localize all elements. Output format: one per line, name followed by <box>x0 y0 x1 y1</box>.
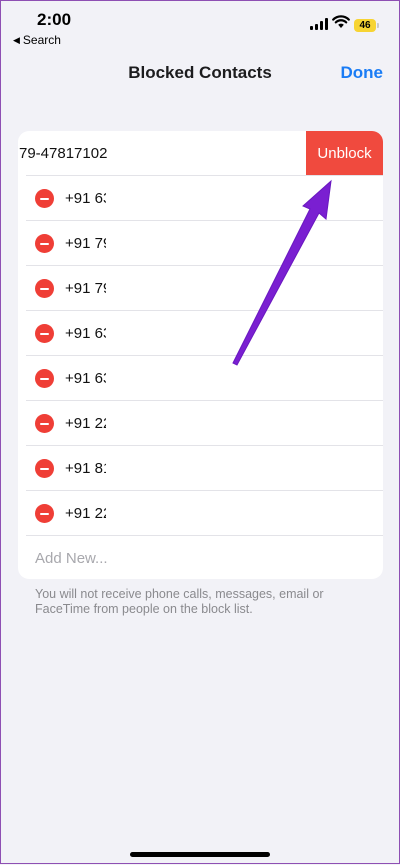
blocked-contact-row[interactable]: +91 79 <box>18 221 383 266</box>
contact-number: +91 22 <box>65 505 112 522</box>
contact-number: +91 63 <box>65 325 112 342</box>
blocked-contact-row[interactable]: +91 63 <box>18 356 383 401</box>
unblock-button[interactable]: Unblock <box>306 131 383 176</box>
contact-number: +91 22 <box>65 415 112 432</box>
remove-minus-icon[interactable] <box>35 189 54 208</box>
page-title: Blocked Contacts <box>128 63 272 82</box>
remove-minus-icon[interactable] <box>35 504 54 523</box>
status-time: 2:00 <box>37 10 72 29</box>
blocked-contact-row[interactable]: +91 63 <box>18 176 383 221</box>
remove-minus-icon[interactable] <box>35 234 54 253</box>
blocked-contact-row[interactable]: +91 63 <box>18 311 383 356</box>
redaction-mask <box>106 182 346 215</box>
battery-indicator: 46 <box>354 19 376 32</box>
redaction-mask <box>106 452 346 485</box>
block-list-footer-note: You will not receive phone calls, messag… <box>35 587 324 616</box>
done-button[interactable]: Done <box>341 63 384 83</box>
blocked-contact-row[interactable]: +91 22 <box>18 401 383 446</box>
redaction-mask <box>106 497 346 530</box>
back-to-search-button[interactable]: ◀ Search <box>13 33 61 47</box>
blocked-contact-row[interactable]: +91 22 <box>18 491 383 536</box>
home-indicator[interactable] <box>130 852 270 857</box>
status-bar: 2:00 ◀ Search 46 <box>1 1 399 51</box>
remove-minus-icon[interactable] <box>35 459 54 478</box>
wifi-icon <box>332 15 350 28</box>
redaction-mask <box>106 272 346 305</box>
cellular-signal-icon <box>310 18 328 30</box>
contact-number: +91 63 <box>65 190 112 207</box>
redaction-mask <box>106 317 346 350</box>
back-to-search-label: Search <box>22 33 61 47</box>
contact-number: +91 79 <box>65 235 112 252</box>
swiped-contact-row[interactable]: 79-47817102 Unblock <box>18 131 383 176</box>
remove-minus-icon[interactable] <box>35 279 54 298</box>
redaction-mask <box>106 407 346 440</box>
battery-tip <box>377 23 379 28</box>
blocked-contact-row[interactable]: +91 79 <box>18 266 383 311</box>
blocked-contacts-list: 79-47817102 Unblock +91 63 +91 79 +91 79… <box>18 131 383 579</box>
redaction-mask <box>106 362 346 395</box>
add-new-row[interactable]: Add New... <box>18 536 383 579</box>
contact-number: +91 63 <box>65 370 112 387</box>
swiped-contact-number: 79-47817102 <box>19 145 108 162</box>
blocked-contact-row[interactable]: +91 81 <box>18 446 383 491</box>
contact-number: +91 79 <box>65 280 112 297</box>
redaction-mask <box>106 227 346 260</box>
remove-minus-icon[interactable] <box>35 414 54 433</box>
contact-number: +91 81 <box>65 460 112 477</box>
remove-minus-icon[interactable] <box>35 324 54 343</box>
add-new-button[interactable]: Add New... <box>35 536 108 579</box>
remove-minus-icon[interactable] <box>35 369 54 388</box>
triangle-left-icon: ◀ <box>13 34 20 45</box>
